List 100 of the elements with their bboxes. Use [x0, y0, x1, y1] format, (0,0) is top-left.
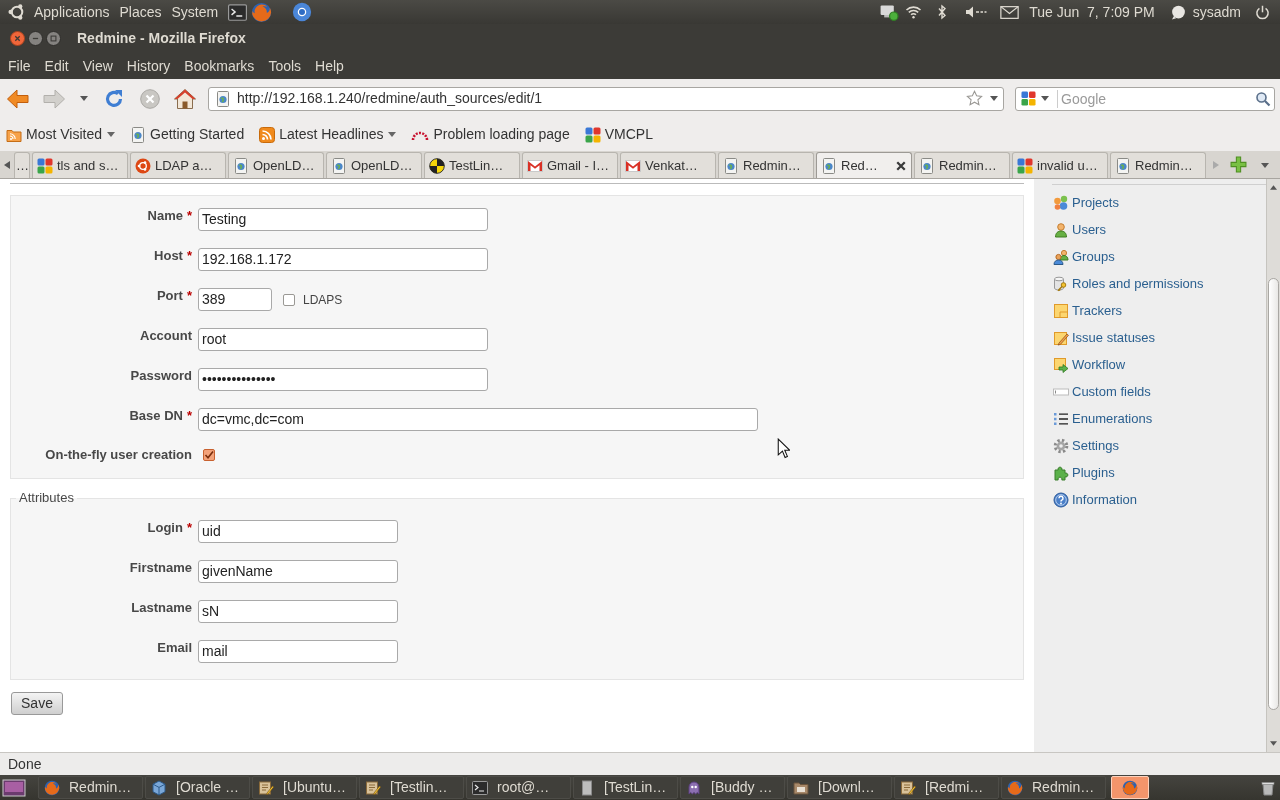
taskbar-button[interactable] [1111, 776, 1149, 799]
text-field[interactable]: sN [198, 600, 398, 623]
sidebar-link[interactable]: Trackers [1053, 300, 1123, 321]
plus-icon[interactable] [1230, 156, 1247, 173]
menu-item[interactable]: Help [308, 55, 351, 76]
sidebar-link[interactable]: Users [1053, 219, 1106, 240]
page-icon[interactable] [215, 90, 231, 107]
tab[interactable]: Gmail - I… [522, 152, 618, 178]
bookmark-item[interactable]: Most Visited [6, 124, 115, 145]
volume-icon[interactable] [965, 4, 988, 20]
taskbar-button[interactable]: Redmin… [1001, 776, 1106, 799]
sidebar-link[interactable]: Workflow [1053, 354, 1126, 375]
text-field[interactable]: ••••••••••••••• [198, 368, 488, 391]
caret-icon[interactable] [388, 132, 397, 137]
scrollbar-thumb[interactable] [1268, 278, 1279, 710]
tab[interactable]: Redmin… [718, 152, 814, 178]
bookmark-item[interactable]: Latest Headlines [259, 124, 397, 145]
text-field[interactable]: dc=vmc,dc=com [198, 408, 758, 431]
tab[interactable]: OpenLD… [326, 152, 422, 178]
taskbar-button[interactable]: Redmin… [38, 776, 143, 799]
bookmark-item[interactable]: Problem loading page [411, 124, 570, 145]
text-field[interactable]: givenName [198, 560, 398, 583]
tab[interactable]: invalid u… [1012, 152, 1108, 178]
text-field[interactable]: root [198, 328, 488, 351]
menu-item[interactable]: File [1, 55, 38, 76]
bookmark-item[interactable]: VMCPL [584, 124, 653, 145]
text-field[interactable]: Testing [198, 208, 488, 231]
text-field[interactable]: uid [198, 520, 398, 543]
sidebar-link[interactable]: Custom fields [1053, 381, 1151, 402]
search-icon[interactable] [1255, 90, 1271, 107]
panel-menu[interactable]: Places [114, 2, 167, 22]
caret-icon[interactable] [1261, 163, 1269, 168]
caret-icon[interactable] [990, 96, 998, 101]
scroll-down-icon[interactable] [1270, 741, 1277, 746]
caret-icon[interactable] [1041, 96, 1049, 101]
sidebar-link[interactable]: Groups [1053, 246, 1115, 267]
scroll-up-icon[interactable] [1270, 185, 1277, 190]
taskbar-button[interactable]: [Redmi… [894, 776, 999, 799]
sidebar-link[interactable]: Roles and permissions [1053, 273, 1204, 294]
save-button[interactable]: Save [11, 692, 63, 715]
desktop-icon[interactable] [2, 777, 26, 798]
maximize-button[interactable] [46, 30, 61, 46]
menu-item[interactable]: Edit [37, 55, 76, 76]
tab[interactable]: TestLin… [424, 152, 520, 178]
sidebar-link[interactable]: Projects [1053, 192, 1119, 213]
taskbar-button[interactable]: [Testlin… [359, 776, 464, 799]
text-field[interactable]: mail [198, 640, 398, 663]
panel-menu[interactable]: Applications [29, 2, 115, 22]
taskbar-button[interactable]: root@… [466, 776, 571, 799]
taskbar-button[interactable]: [Oracle … [145, 776, 250, 799]
sidebar-link[interactable]: Issue statuses [1053, 327, 1156, 348]
star-icon[interactable] [966, 90, 983, 107]
home-icon[interactable] [173, 87, 197, 110]
user-name[interactable]: sysadm [1192, 1, 1241, 23]
caret-icon[interactable] [107, 132, 115, 137]
checkbox[interactable] [283, 293, 295, 306]
tab[interactable]: OpenLD… [228, 152, 324, 178]
close-button[interactable] [10, 30, 25, 46]
menu-item[interactable]: Bookmarks [177, 55, 262, 76]
caret-icon[interactable] [80, 96, 88, 101]
tab[interactable]: Redmin… [914, 152, 1010, 178]
mail-icon[interactable] [1000, 5, 1020, 19]
power-icon[interactable] [1255, 4, 1270, 20]
tab[interactable]: … [14, 152, 30, 178]
wifi-icon[interactable] [905, 4, 923, 20]
menu-item[interactable]: Tools [261, 55, 309, 76]
reload-icon[interactable] [103, 87, 125, 110]
panel-menu[interactable]: System [166, 2, 224, 22]
menu-item[interactable]: View [75, 55, 120, 76]
taskbar-button[interactable]: [Downl… [787, 776, 892, 799]
speech-bubble-icon[interactable] [1170, 4, 1186, 20]
four-squares-icon[interactable] [1021, 91, 1036, 106]
minimize-button[interactable] [28, 30, 43, 46]
network-icon[interactable] [879, 3, 900, 21]
bluetooth-icon[interactable] [937, 4, 948, 20]
text-field[interactable]: 389 [198, 288, 272, 311]
menu-item[interactable]: History [119, 55, 178, 76]
url-field[interactable]: http://192.168.1.240/redmine/auth_sources/edit/1 [208, 86, 1004, 111]
taskbar-button[interactable]: [TestLin… [573, 776, 678, 799]
terminal-icon[interactable] [227, 2, 249, 22]
sidebar-link[interactable]: Settings [1053, 435, 1119, 456]
scroll-left-icon[interactable] [4, 161, 10, 169]
tab[interactable]: LDAP a… [130, 152, 226, 178]
sidebar-link[interactable]: Information [1053, 489, 1138, 510]
tab[interactable]: Redmin… [1110, 152, 1206, 178]
close-icon[interactable] [895, 159, 907, 172]
clock-text[interactable]: Tue Jun 7, 7:09 PM [1029, 1, 1155, 23]
tab[interactable]: tls and s… [32, 152, 128, 178]
taskbar-button[interactable]: [Buddy … [680, 776, 785, 799]
back-arrow-icon[interactable] [6, 87, 30, 110]
logo-icon[interactable] [8, 3, 26, 21]
sidebar-link[interactable]: Plugins [1053, 462, 1115, 483]
browser-icon[interactable] [292, 2, 313, 22]
checkbox[interactable] [203, 448, 215, 461]
sidebar-link[interactable]: Enumerations [1053, 408, 1153, 429]
tab[interactable]: Red… [816, 152, 912, 178]
tab[interactable]: Venkat… [620, 152, 716, 178]
text-field[interactable]: 192.168.1.172 [198, 248, 488, 271]
bookmark-item[interactable]: Getting Started [130, 124, 245, 145]
taskbar-button[interactable]: [Ubuntu… [252, 776, 357, 799]
